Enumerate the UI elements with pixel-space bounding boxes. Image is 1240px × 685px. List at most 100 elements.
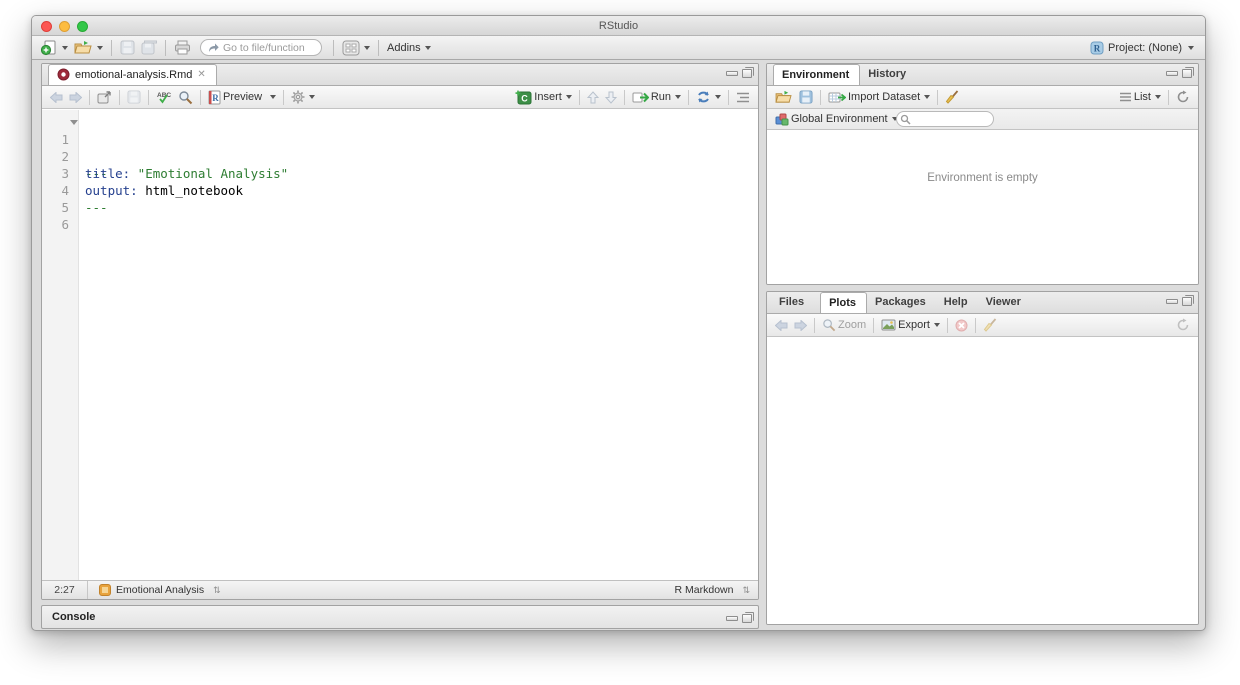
save-button[interactable] bbox=[117, 39, 138, 56]
code-line[interactable]: 5 bbox=[42, 182, 758, 199]
toolbar-separator bbox=[378, 40, 379, 56]
maximize-pane-icon[interactable] bbox=[742, 614, 752, 623]
tab-viewer[interactable]: Viewer bbox=[978, 292, 1031, 313]
forward-button[interactable] bbox=[66, 91, 85, 104]
maximize-pane-icon[interactable] bbox=[1182, 297, 1192, 306]
tab-close-icon[interactable]: ✕ bbox=[197, 69, 205, 80]
open-folder-icon bbox=[74, 40, 93, 55]
remove-plot-button[interactable] bbox=[952, 318, 971, 333]
spellcheck-button[interactable]: ABC bbox=[153, 89, 175, 105]
section-navigator-button[interactable]: Emotional Analysis ⇅ bbox=[96, 583, 224, 597]
tab-environment[interactable]: Environment bbox=[773, 64, 860, 85]
close-window-button[interactable] bbox=[41, 21, 52, 32]
output-options-button[interactable] bbox=[288, 89, 318, 105]
addins-button[interactable]: Addins bbox=[384, 41, 434, 55]
print-button[interactable] bbox=[171, 39, 194, 56]
tab-label: Packages bbox=[875, 296, 926, 308]
toolbar-separator bbox=[111, 40, 112, 56]
find-replace-button[interactable] bbox=[175, 89, 196, 106]
insert-chunk-button[interactable]: C Insert bbox=[512, 89, 575, 106]
clear-plots-button[interactable] bbox=[980, 317, 1001, 333]
minimize-pane-icon[interactable] bbox=[1166, 299, 1178, 304]
rerun-icon bbox=[696, 90, 711, 104]
next-plot-button[interactable] bbox=[791, 319, 810, 332]
project-menu-button[interactable]: R Project: (None) bbox=[1087, 40, 1197, 56]
code-line[interactable]: 1 --- bbox=[42, 114, 758, 131]
code-line[interactable]: 3 output: html_notebook bbox=[42, 148, 758, 165]
rerun-button[interactable] bbox=[693, 89, 724, 105]
pane-layout-caret bbox=[364, 46, 370, 50]
clear-environment-button[interactable] bbox=[942, 89, 963, 105]
save-workspace-button[interactable] bbox=[796, 89, 816, 105]
minimize-pane-icon[interactable] bbox=[1166, 71, 1178, 76]
open-folder-icon bbox=[775, 90, 793, 104]
main-toolbar: Addins R Project: (None) bbox=[32, 36, 1205, 60]
run-label: Run bbox=[651, 91, 671, 103]
save-all-button[interactable] bbox=[138, 39, 160, 56]
code-line[interactable]: 2 title: "Emotional Analysis" bbox=[42, 131, 758, 148]
tab-emotional-analysis[interactable]: emotional-analysis.Rmd ✕ bbox=[48, 64, 217, 85]
plots-content bbox=[767, 338, 1198, 624]
list-view-caret bbox=[1155, 95, 1161, 99]
console-title: Console bbox=[42, 606, 758, 628]
svg-text:C: C bbox=[522, 93, 529, 103]
maximize-pane-icon[interactable] bbox=[742, 69, 752, 78]
forward-arrow-icon bbox=[69, 92, 82, 103]
popout-icon bbox=[97, 91, 112, 104]
preview-button[interactable]: R Preview bbox=[205, 89, 279, 106]
svg-text:R: R bbox=[1094, 43, 1101, 53]
print-icon bbox=[174, 40, 191, 55]
go-to-next-chunk-button[interactable] bbox=[602, 90, 620, 105]
source-status-bar: 2:27 Emotional Analysis ⇅ R Markdown ⇅ bbox=[42, 580, 758, 599]
tab-plots[interactable]: Plots bbox=[820, 292, 867, 313]
tab-label: Help bbox=[944, 296, 968, 308]
fold-arrow-icon[interactable] bbox=[70, 120, 78, 125]
maximize-pane-icon[interactable] bbox=[1182, 69, 1192, 78]
code-line[interactable]: 4 --- bbox=[42, 165, 758, 182]
console-pane[interactable]: Console bbox=[41, 605, 759, 629]
toolbar-separator bbox=[688, 90, 689, 105]
zoom-plot-button[interactable]: Zoom bbox=[819, 317, 869, 333]
insert-caret bbox=[566, 95, 572, 99]
cursor-position: 2:27 bbox=[42, 581, 88, 599]
insert-label: Insert bbox=[534, 91, 562, 103]
zoom-window-button[interactable] bbox=[77, 21, 88, 32]
export-label: Export bbox=[898, 319, 930, 331]
import-dataset-label: Import Dataset bbox=[848, 91, 920, 103]
minimize-pane-icon[interactable] bbox=[726, 616, 738, 621]
tab-packages[interactable]: Packages bbox=[867, 292, 936, 313]
list-view-button[interactable]: List bbox=[1116, 90, 1164, 104]
document-outline-button[interactable] bbox=[733, 91, 753, 104]
open-file-caret bbox=[97, 46, 103, 50]
preview-caret bbox=[270, 95, 276, 99]
back-button[interactable] bbox=[47, 91, 66, 104]
goto-file-input[interactable] bbox=[223, 42, 313, 54]
tab-files[interactable]: Files bbox=[771, 292, 814, 313]
export-plot-button[interactable]: Export bbox=[878, 318, 943, 332]
go-to-previous-chunk-button[interactable] bbox=[584, 90, 602, 105]
import-dataset-button[interactable]: Import Dataset bbox=[825, 90, 933, 105]
goto-file-search[interactable] bbox=[200, 39, 322, 56]
search-icon bbox=[900, 114, 911, 125]
tab-history[interactable]: History bbox=[860, 64, 916, 85]
code-line[interactable]: 6 bbox=[42, 199, 758, 216]
doc-type-button[interactable]: R Markdown ⇅ bbox=[672, 583, 753, 597]
open-file-button[interactable] bbox=[71, 39, 106, 56]
run-button[interactable]: Run bbox=[629, 90, 684, 105]
environment-search bbox=[896, 111, 994, 127]
refresh-environment-button[interactable] bbox=[1173, 89, 1193, 105]
new-file-button[interactable] bbox=[38, 38, 71, 57]
popout-window-button[interactable] bbox=[94, 90, 115, 105]
minimize-pane-icon[interactable] bbox=[726, 71, 738, 76]
project-caret bbox=[1188, 46, 1194, 50]
code-editor[interactable]: 1 --- 2 title: "Emotional Analysis" 3 ou… bbox=[42, 110, 758, 580]
pane-layout-button[interactable] bbox=[339, 39, 373, 57]
global-environment-button[interactable]: Global Environment bbox=[772, 112, 901, 127]
toolbar-separator bbox=[283, 90, 284, 105]
refresh-plots-button[interactable] bbox=[1173, 317, 1193, 333]
previous-plot-button[interactable] bbox=[772, 319, 791, 332]
tab-help[interactable]: Help bbox=[936, 292, 978, 313]
save-source-button[interactable] bbox=[124, 89, 144, 105]
minimize-window-button[interactable] bbox=[59, 21, 70, 32]
load-workspace-button[interactable] bbox=[772, 89, 796, 105]
